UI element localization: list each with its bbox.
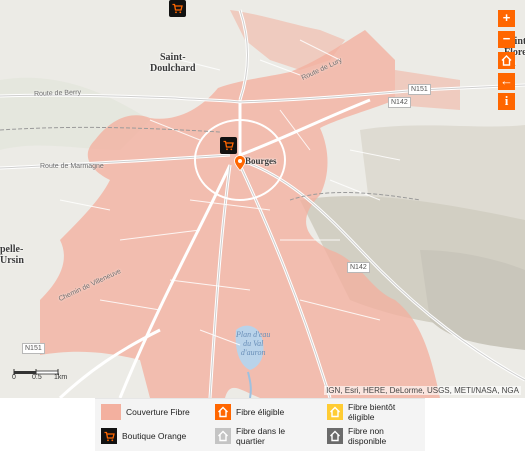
legend-item-soon: Fibre bientôt éligible (327, 401, 423, 423)
place-chapelle: pelle- Ursin (0, 244, 24, 266)
route-badge: N142 (347, 262, 370, 273)
legend-label: Fibre non disponible (348, 426, 387, 446)
legend-item-coverage: Couverture Fibre (101, 403, 211, 421)
house-orange-icon (215, 404, 231, 420)
legend-item-unavailable: Fibre non disponible (327, 425, 423, 447)
shop-marker[interactable] (169, 0, 186, 17)
shop-marker[interactable] (220, 137, 237, 154)
scale-label-zero: 0 (12, 374, 16, 381)
shop-cart-icon (223, 140, 234, 151)
zoom-in-button[interactable]: + (498, 10, 515, 27)
place-bourges: Bourges (245, 156, 277, 166)
legend-label: Fibre éligible (236, 407, 285, 417)
scale-label-one: 1km (54, 374, 68, 381)
legend-label: Boutique Orange (122, 431, 187, 441)
house-yellow-icon (327, 404, 343, 420)
legend-label: Fibre dans le quartier (236, 426, 286, 446)
info-button[interactable]: i (498, 93, 515, 110)
map-legend: Couverture Fibre Fibre éligible Fibre bi… (95, 398, 425, 451)
scale-bar (13, 369, 59, 375)
place-saint-doulchard: Saint- Doulchard (150, 52, 196, 74)
zoom-out-button[interactable]: − (498, 31, 515, 48)
shop-cart-icon (172, 3, 183, 14)
route-badge: N142 (388, 97, 411, 108)
legend-item-neighbourhood: Fibre dans le quartier (215, 425, 320, 447)
coverage-swatch (101, 404, 121, 420)
route-badge: N151 (408, 84, 431, 95)
home-icon (501, 55, 512, 66)
legend-item-eligible: Fibre éligible (215, 403, 320, 421)
legend-label: Couverture Fibre (126, 407, 190, 417)
home-button[interactable] (498, 52, 515, 69)
legend-label: Fibre bientôt éligible (348, 402, 396, 422)
legend-item-shop: Boutique Orange (101, 426, 211, 446)
water-label-val-auron: Plan d'eau du Val d'auron (236, 330, 271, 357)
scale-label-half: 0.5 (32, 374, 42, 381)
map-view[interactable]: Saint- Doulchard Bourges pelle- Ursin Sa… (0, 0, 525, 398)
house-darkgray-icon (327, 428, 343, 444)
route-badge: N151 (22, 343, 45, 354)
house-gray-icon (215, 428, 231, 444)
location-pin-icon[interactable] (234, 155, 246, 171)
back-button[interactable]: ← (498, 73, 515, 90)
road-label-marmagne: Route de Marmagne (40, 163, 104, 170)
shop-icon (101, 428, 117, 444)
map-attribution: IGN, Esri, HERE, DeLorme, USGS, METI/NAS… (324, 386, 521, 395)
